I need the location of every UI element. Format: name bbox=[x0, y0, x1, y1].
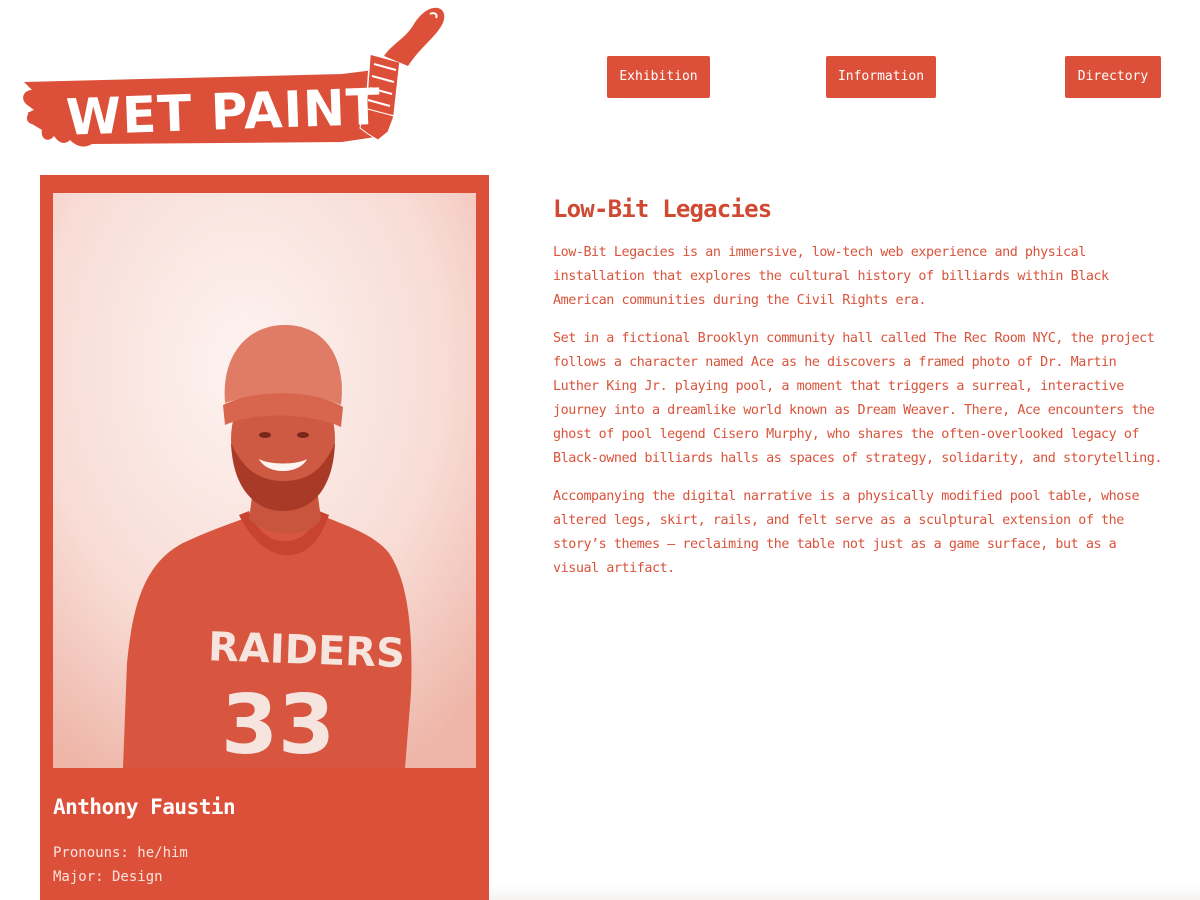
artist-pronouns: Pronouns: he/him bbox=[53, 845, 188, 861]
svg-text:RAIDERS: RAIDERS bbox=[207, 624, 405, 677]
nav-exhibition-button[interactable]: Exhibition bbox=[607, 56, 710, 98]
svg-text:WET PAINT: WET PAINT bbox=[65, 78, 382, 147]
artist-major: Major: Design bbox=[53, 869, 163, 885]
artist-portrait-image: RAIDERS 33 bbox=[53, 193, 476, 768]
project-paragraph: Set in a fictional Brooklyn community ha… bbox=[553, 331, 1162, 466]
svg-text:33: 33 bbox=[221, 678, 335, 768]
artist-photo: RAIDERS 33 bbox=[53, 193, 476, 768]
artist-name: Anthony Faustin bbox=[53, 795, 236, 819]
wet-paint-logo[interactable]: WET PAINT bbox=[22, 4, 447, 154]
project-title: Low-Bit Legacies bbox=[553, 195, 772, 223]
artist-card: RAIDERS 33 Anthony Faustin Pronouns: he/… bbox=[40, 175, 489, 900]
paint-brush-logo-icon: WET PAINT bbox=[23, 7, 445, 147]
project-paragraph: Accompanying the digital narrative is a … bbox=[553, 489, 1140, 576]
nav-directory-button[interactable]: Directory bbox=[1065, 56, 1161, 98]
project-paragraph: Low-Bit Legacies is an immersive, low-te… bbox=[553, 245, 1109, 308]
bottom-shadow-divider bbox=[489, 885, 1200, 900]
nav-information-button[interactable]: Information bbox=[826, 56, 936, 98]
project-description: Low-Bit Legacies Low-Bit Legacies is an … bbox=[553, 195, 1163, 595]
page: WET PAINT Exhibition Information Directo… bbox=[0, 0, 1200, 900]
